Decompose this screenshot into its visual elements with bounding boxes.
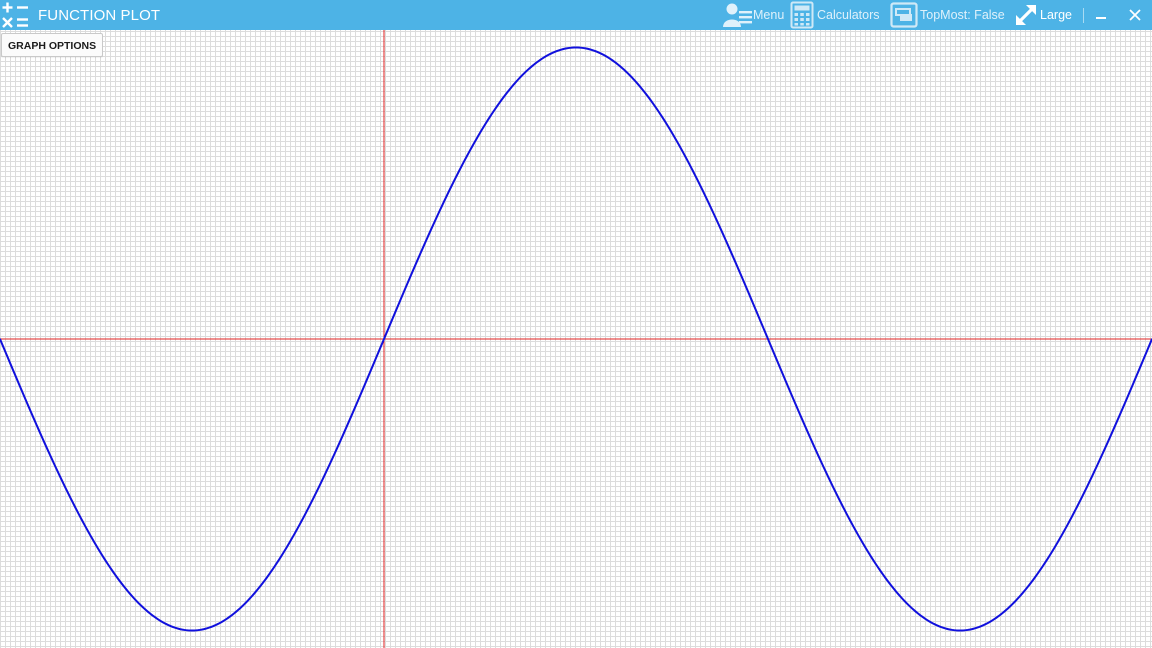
- calculators-label: Calculators: [817, 8, 880, 22]
- data-point: [959, 629, 961, 632]
- close-icon: [1129, 9, 1141, 21]
- calculators-button[interactable]: Calculators: [790, 0, 880, 30]
- user-menu-icon: [723, 3, 752, 27]
- menu-label: Menu: [753, 8, 785, 22]
- resize-arrow-icon: [1016, 5, 1036, 25]
- plot-area[interactable]: [0, 30, 1152, 648]
- window-stack-icon: [890, 2, 918, 28]
- title-bar: FUNCTION PLOT Menu Calculators TopMost: …: [0, 0, 1152, 30]
- toolbar-divider: [1083, 8, 1084, 23]
- calculator-operators-icon: [1, 1, 28, 28]
- data-point: [575, 46, 577, 49]
- data-point: [767, 338, 769, 340]
- minimize-button[interactable]: [1089, 0, 1113, 30]
- minimize-icon: [1096, 17, 1106, 19]
- topmost-label: TopMost: False: [920, 8, 1005, 22]
- size-label: Large: [1040, 8, 1072, 22]
- function-graph[interactable]: [0, 30, 1152, 648]
- topmost-toggle[interactable]: TopMost: False: [890, 0, 1005, 30]
- app-title: FUNCTION PLOT: [38, 7, 161, 24]
- data-point: [191, 629, 193, 632]
- graph-options-button[interactable]: GRAPH OPTIONS: [1, 33, 104, 57]
- calculator-icon: [790, 1, 814, 29]
- close-button[interactable]: [1123, 0, 1147, 30]
- data-point: [383, 338, 385, 340]
- menu-button[interactable]: Menu: [722, 0, 784, 30]
- size-toggle[interactable]: Large: [1014, 0, 1076, 30]
